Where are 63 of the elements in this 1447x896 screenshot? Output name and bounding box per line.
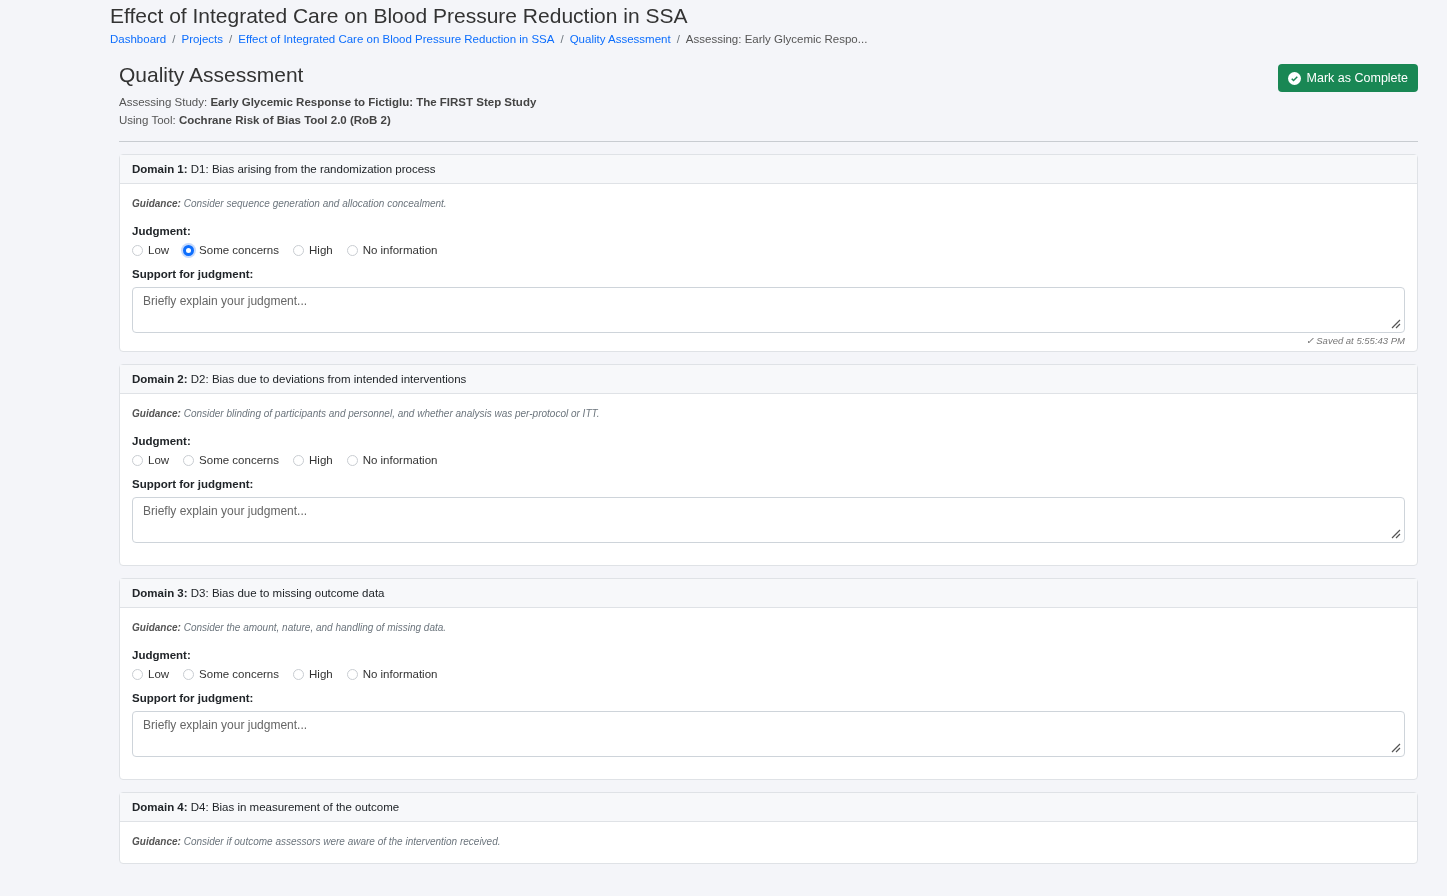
breadcrumb-link[interactable]: Dashboard xyxy=(110,33,167,45)
domain-header: Domain 1: D1: Bias arising from the randomization process xyxy=(120,155,1417,184)
breadcrumb-link[interactable]: Projects xyxy=(181,33,223,45)
radio-option[interactable]: High xyxy=(293,244,333,256)
textarea-placeholder: Briefly explain your judgment... xyxy=(143,504,308,518)
judgment-textarea[interactable]: Briefly explain your judgment... xyxy=(132,497,1405,543)
judgment-label: Judgment: xyxy=(132,435,192,447)
judgment-label: Judgment: xyxy=(132,649,192,661)
radio-option[interactable]: Low xyxy=(132,454,170,466)
guidance-text: Guidance: Consider sequence generation and allocation concealment. xyxy=(132,198,448,209)
breadcrumb-link[interactable]: Quality Assessment xyxy=(569,33,671,45)
domain-header: Domain 4: D4: Bias in measurement of the outcome xyxy=(120,793,1417,822)
radio-option[interactable]: Low xyxy=(132,668,170,680)
radio-button[interactable] xyxy=(132,244,143,256)
domain-header: Domain 3: D3: Bias due to missing outcome data xyxy=(120,579,1417,608)
breadcrumb-separator: / xyxy=(676,33,680,45)
judgment-textarea[interactable]: Briefly explain your judgment... xyxy=(132,711,1405,757)
radio-button[interactable] xyxy=(183,454,195,466)
resize-grip-icon xyxy=(1391,319,1401,329)
radio-button[interactable] xyxy=(132,454,143,466)
breadcrumb-link[interactable]: Effect of Integrated Care on Blood Pressure Reduction in SSA xyxy=(238,33,555,45)
radio-option[interactable]: No information xyxy=(346,668,438,680)
radio-option[interactable]: No information xyxy=(346,454,438,466)
guidance-text: Guidance: Consider blinding of participants and personnel, and whether analysis was per-protocol or ITT. xyxy=(132,408,601,419)
radio-button[interactable] xyxy=(183,244,195,256)
domain-header: Domain 2: D2: Bias due to deviations from intended interventions xyxy=(120,365,1417,394)
radio-button[interactable] xyxy=(346,244,358,256)
textarea-placeholder: Briefly explain your judgment... xyxy=(143,294,308,308)
radio-button[interactable] xyxy=(293,454,304,466)
radio-option[interactable]: Low xyxy=(132,244,170,256)
saved-status: ✓ Saved at 5:55:43 PM xyxy=(1304,334,1405,348)
radio-button[interactable] xyxy=(346,668,358,680)
support-label: Support for judgment: xyxy=(132,478,255,490)
breadcrumb-separator: / xyxy=(560,33,564,45)
radio-button[interactable] xyxy=(346,454,358,466)
guidance-text: Guidance: Consider if outcome assessors were aware of the intervention received. xyxy=(132,836,502,847)
radio-option[interactable]: Some concerns xyxy=(183,244,279,256)
breadcrumb-separator: / xyxy=(229,33,233,45)
mark-complete-button[interactable]: Mark as Complete xyxy=(1277,64,1418,92)
radio-button[interactable] xyxy=(293,668,304,680)
radio-option[interactable]: No information xyxy=(346,244,438,256)
radio-button[interactable] xyxy=(132,668,143,680)
study-line: Assessing Study: Early Glycemic Response to Fictiglu: The FIRST Step Study xyxy=(119,95,537,110)
textarea-placeholder: Briefly explain your judgment... xyxy=(143,718,308,732)
radio-option[interactable]: High xyxy=(293,454,333,466)
breadcrumb-separator: / xyxy=(172,33,176,45)
page-title: Effect of Integrated Care on Blood Pressure Reduction in SSA xyxy=(110,3,689,29)
judgment-label: Judgment: xyxy=(132,225,192,237)
radio-option[interactable]: High xyxy=(293,668,333,680)
support-label: Support for judgment: xyxy=(132,268,255,280)
radio-option[interactable]: Some concerns xyxy=(183,668,279,680)
guidance-text: Guidance: Consider the amount, nature, and handling of missing data. xyxy=(132,622,448,633)
section-heading: Quality Assessment xyxy=(119,63,305,87)
resize-grip-icon xyxy=(1391,529,1401,539)
radio-option[interactable]: Some concerns xyxy=(183,454,279,466)
tool-line: Using Tool: Cochrane Risk of Bias Tool 2.0 (RoB 2) xyxy=(119,113,392,128)
breadcrumb-current: Assessing: Early Glycemic Respo... xyxy=(685,33,868,45)
check-circle-icon xyxy=(1287,71,1301,85)
radio-button[interactable] xyxy=(293,244,304,256)
resize-grip-icon xyxy=(1391,743,1401,753)
judgment-textarea[interactable]: Briefly explain your judgment... xyxy=(132,287,1405,333)
radio-button[interactable] xyxy=(183,668,195,680)
support-label: Support for judgment: xyxy=(132,692,255,704)
